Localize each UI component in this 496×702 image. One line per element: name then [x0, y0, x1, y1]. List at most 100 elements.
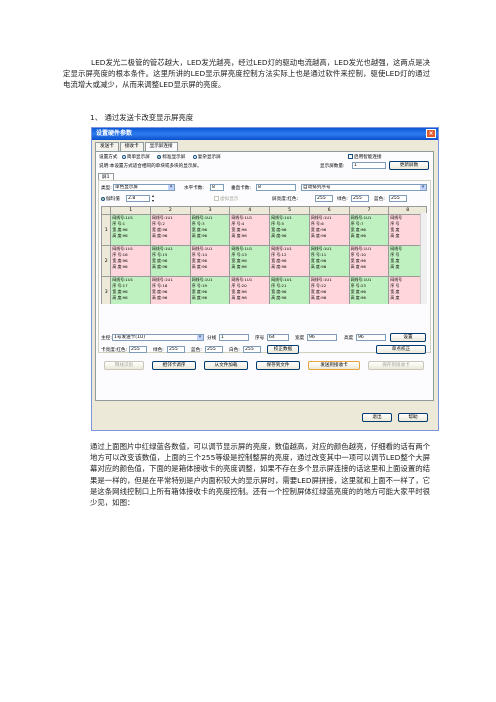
column-header[interactable]: 3: [189, 206, 231, 215]
single-point-calibration-button[interactable]: 单点校正: [376, 345, 426, 354]
card-bright-red-input[interactable]: 255: [129, 346, 147, 353]
card-cell[interactable]: 网线号:1U1 序 号:14 宽 度:96 高 度:96: [189, 245, 231, 277]
card-bright-blue-input[interactable]: 255: [205, 346, 223, 353]
height-input[interactable]: 96: [356, 334, 386, 341]
height-label: 高度: [344, 336, 354, 341]
card-cell[interactable]: 网线号:1U1 序 号:13 宽 度:96 高 度:96: [229, 245, 271, 277]
save-to-file-button[interactable]: 保存到文件: [256, 361, 300, 370]
card-cell[interactable]: 网线号:1U1 序 号:15 宽 度:96 高 度:96: [150, 245, 191, 277]
virtual-display-checkbox[interactable]: 虚拟显示: [214, 196, 238, 203]
card-cell-line: 高 度:96: [310, 295, 327, 300]
split-label: 分线: [207, 336, 217, 341]
checkbox-icon: [348, 154, 353, 159]
card-cell-line: 高 度:96: [152, 264, 168, 269]
screen-bright-blue-label: 蓝色:: [374, 197, 385, 202]
tab-receiver-card[interactable]: 接收卡: [119, 142, 144, 151]
card-cell[interactable]: 网线号:1U1 序 号:20 宽 度:96 高 度:96: [229, 276, 271, 304]
sequence-input[interactable]: 64: [267, 334, 289, 341]
card-cell[interactable]: 网线号:1U1 序 号:22 宽 度:96 高 度:96: [308, 276, 350, 304]
card-cell[interactable]: 网线号:1U1 序 号:7 宽 度:96 高 度:96: [348, 214, 390, 246]
master-label: 主控:: [101, 336, 112, 341]
help-button[interactable]: 帮助: [398, 413, 428, 422]
row-header[interactable]: 2: [101, 245, 112, 277]
type-select[interactable]: 单色显示屏: [113, 184, 175, 191]
card-cell[interactable]: 网线号:1U1 序 号:17 宽 度:96 高 度:96: [110, 276, 152, 304]
calibration-data-button[interactable]: 校正数据: [267, 345, 299, 354]
card-cell[interactable]: 网线号:1U1 序 号:19 宽 度:96 高 度:96: [189, 276, 231, 304]
radio-selected-icon: [101, 197, 105, 201]
card-cell[interactable]: 网线号:1U1 序 号:23 宽 度:96 高 度:96: [348, 276, 390, 304]
card-cell[interactable]: 网线号:1U1 序 号:2 宽 度:96 高 度:96: [150, 214, 191, 246]
card-cell[interactable]: 网线号:1U1 序 号:4 宽 度:96 高 度:96: [229, 214, 271, 246]
adjacent-card-order-button[interactable]: 相邻卡调序: [152, 361, 196, 370]
card-cell-line: 高 度:96: [310, 233, 327, 238]
column-header[interactable]: 1: [110, 206, 152, 215]
width-label: 宽度: [295, 336, 305, 341]
tab-sender-card[interactable]: 发送卡: [95, 142, 119, 151]
width-input[interactable]: 96: [307, 334, 337, 341]
arrange-order-select[interactable]: 自动排列序号: [301, 184, 427, 191]
card-cell-line: 高 度:96: [112, 295, 128, 300]
gamma-spinner-icon[interactable]: ▴ ▾: [152, 193, 154, 203]
description-text: 说明:本设置方式适合相同的单块或多块的显示屏。: [99, 164, 202, 169]
gamma-input[interactable]: 2.8: [126, 195, 150, 202]
card-cell[interactable]: 网线号:1U1 序 号:12 宽 度:96 高 度:96: [269, 245, 310, 277]
screen-bright-red-label: 屏亮度:红色:: [272, 197, 299, 202]
mode-complex-label: 复杂显示屏: [197, 155, 221, 160]
card-cell[interactable]: 网线号:1U1 序 号:16 宽 度:96 高 度:96: [110, 245, 152, 277]
white-input[interactable]: 255: [243, 346, 261, 353]
vertical-cards-input[interactable]: 8: [256, 184, 296, 191]
card-cell-line: 高 度:96: [271, 233, 287, 238]
set-button[interactable]: 设置: [390, 333, 426, 342]
card-cell[interactable]: 网线号:1U1 序 号:21 宽 度:96 高 度:96: [269, 276, 310, 304]
card-cell-line: 高 度:96: [231, 264, 247, 269]
smart-connect-checkbox[interactable]: 启用智能连接: [348, 154, 382, 161]
load-from-file-button[interactable]: 从文件加载: [204, 361, 248, 370]
type-label: 类型:: [101, 186, 112, 191]
screen-bright-green-input[interactable]: 255: [351, 195, 369, 202]
column-header[interactable]: 5: [269, 206, 310, 215]
mode-standard-option[interactable]: 标准显示屏: [157, 155, 185, 160]
mode-simple-option[interactable]: 简单显示屏: [121, 155, 150, 160]
update-screens-button[interactable]: 更新屏数: [389, 161, 429, 170]
grid-row: 3 网线号:1U1 序 号:17 宽 度:96 高 度:96 网线号:1U1 序 号:18 宽…: [101, 276, 427, 304]
section-heading: 1、 通过发送卡改变显示屏亮度: [90, 113, 194, 122]
card-cell[interactable]: 网线号:1U1 序 号:3 宽 度:96 高 度:96: [189, 214, 231, 246]
card-cell[interactable]: 网线号:1U1 序 号:1 宽 度:96 高 度:96: [110, 214, 152, 246]
screen-bright-blue-input[interactable]: 255: [389, 195, 407, 202]
save-to-receiver-button[interactable]: 保存到接收卡: [368, 361, 424, 370]
screen-bright-red-input[interactable]: 255: [315, 195, 333, 202]
gamma-option[interactable]: 伽玛值: [101, 196, 120, 203]
card-cell[interactable]: 网线号:1U1 序 号:6 宽 度:96 高 度:96: [308, 214, 350, 246]
card-cell[interactable]: 网线号:1U1 序 号:10 宽 度:96 高 度:96: [348, 245, 390, 277]
row-header[interactable]: 3: [101, 276, 112, 304]
mode-complex-option[interactable]: 复杂显示屏: [192, 155, 221, 160]
column-header[interactable]: 4: [229, 206, 271, 215]
row-header[interactable]: 1: [101, 214, 112, 246]
screen-count-input[interactable]: 1: [352, 162, 386, 169]
card-cell-line: 高 度:96: [271, 264, 287, 269]
card-cell-line: 高 度:96: [231, 233, 247, 238]
cable-identify-button[interactable]: 网线识别: [104, 361, 144, 370]
card-cell-line: 高 度:96: [310, 264, 327, 269]
split-input[interactable]: 1: [219, 334, 249, 341]
close-icon[interactable]: ×: [426, 129, 436, 138]
column-header[interactable]: 2: [150, 206, 191, 215]
card-cell[interactable]: 网线号:1U1 序 号:5 宽 度:96 高 度:96: [269, 214, 310, 246]
screen-count-label: 显示屏数量:: [320, 164, 345, 169]
card-cell-line: 高 度:96: [191, 295, 208, 300]
card-cell[interactable]: 网线号:1U1 序 号:11 宽 度:96 高 度:96: [308, 245, 350, 277]
exit-button[interactable]: 退出: [362, 413, 392, 422]
horizontal-cards-input[interactable]: 8: [210, 184, 224, 191]
radio-icon: [192, 155, 197, 159]
master-select[interactable]: 1号发送卡(1U): [112, 334, 204, 341]
card-cell-line: 高 度:96: [112, 233, 128, 238]
column-header[interactable]: 7: [348, 206, 390, 215]
grid-vertical-scrollbar[interactable]: [420, 213, 427, 304]
column-header[interactable]: 6: [308, 206, 350, 215]
intro-paragraph: LED发光二极管的管芯越大，LED发光越亮，经过LED灯的驱动电流越高，LED发…: [63, 58, 430, 90]
send-to-receiver-button[interactable]: 发送到接收卡: [308, 361, 360, 370]
radio-selected-icon: [157, 155, 162, 159]
card-bright-green-input[interactable]: 255: [167, 346, 185, 353]
card-cell[interactable]: 网线号:1U1 序 号:18 宽 度:96 高 度:96: [150, 276, 191, 304]
